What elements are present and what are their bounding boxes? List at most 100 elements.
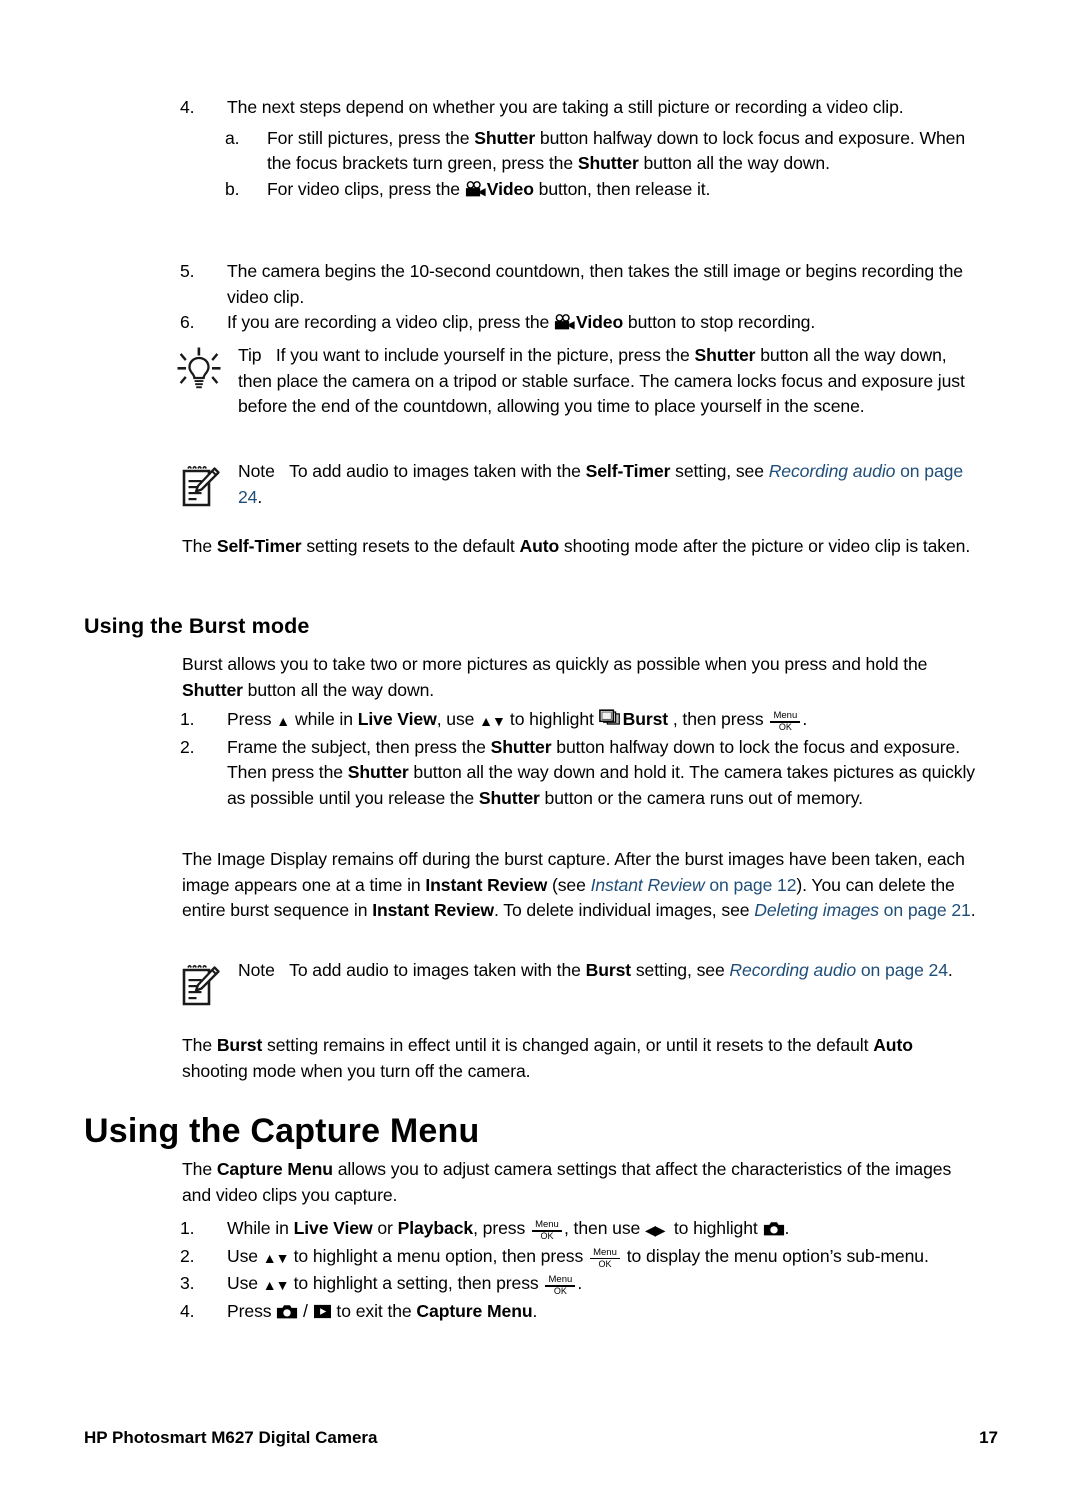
- text-run: Use: [227, 1245, 263, 1266]
- bold-video: Video: [576, 312, 624, 333]
- bold-video: Video: [486, 178, 534, 199]
- menu-ok-icon: Menu OK: [768, 711, 802, 732]
- sublist-4: a. For still pictures, press the Shutter…: [225, 126, 980, 203]
- text-run: If you want to include yourself in the p…: [275, 345, 695, 365]
- text-run: to exit the: [331, 1300, 417, 1321]
- text-run: .: [784, 1218, 790, 1238]
- cross-reference-page[interactable]: on page 24: [856, 960, 948, 980]
- text-run: The: [182, 1035, 217, 1055]
- step-6: 6. If you are recording a video clip, pr…: [180, 310, 980, 336]
- list-item: 4. The next steps depend on whether you …: [180, 95, 980, 202]
- cross-reference-link[interactable]: Deleting images: [754, 900, 879, 920]
- capture-step-1: 1. While in Live View or Playback, press…: [180, 1216, 980, 1244]
- ok-label: OK: [540, 1231, 554, 1241]
- page-footer: HP Photosmart M627 Digital Camera 17: [84, 1428, 998, 1448]
- burst-closing-paragraph: The Burst setting remains in effect unti…: [182, 1033, 982, 1084]
- text-run: setting, see: [631, 960, 730, 980]
- menu-ok-icon: Menu OK: [588, 1246, 622, 1269]
- text-run: to highlight: [669, 1218, 763, 1238]
- text-run: setting remains in effect until it is ch…: [262, 1035, 874, 1055]
- text-run: Burst allows you to take two or more pic…: [182, 654, 928, 674]
- text-run: . To delete individual images, see: [493, 900, 755, 921]
- note-label: Note: [238, 960, 275, 980]
- capture-step-1-text: While in Live View or Playback, press Me…: [227, 1216, 980, 1244]
- text-run: setting, see: [670, 461, 769, 481]
- bold-shutter: Shutter: [347, 762, 409, 783]
- text-run: button or the camera runs out of memory.: [539, 787, 863, 808]
- bold-shutter: Shutter: [577, 153, 639, 174]
- text-run: If you are recording a video clip, press…: [227, 312, 555, 333]
- bold-shutter: Shutter: [478, 787, 540, 808]
- list-marker: a.: [225, 127, 240, 148]
- menu-label: Menu: [593, 1246, 617, 1258]
- video-camera-icon: [465, 180, 487, 198]
- playback-icon: [313, 1303, 332, 1320]
- list-item: 5. The camera begins the 10-second count…: [180, 259, 980, 336]
- cross-reference-page[interactable]: on page 12: [705, 875, 796, 895]
- document-page: 4. The next steps depend on whether you …: [0, 0, 1080, 1495]
- step-4b-text: For video clips, press the Video button,…: [267, 177, 980, 203]
- burst-step-2-text: Frame the subject, then press the Shutte…: [227, 735, 980, 812]
- burst-intro-paragraph: Burst allows you to take two or more pic…: [182, 652, 982, 703]
- capture-step-4-text: Press / to exit the Capture Menu.: [227, 1299, 980, 1325]
- note-callout: Note To add audio to images taken with t…: [176, 459, 982, 510]
- ok-label: OK: [778, 722, 792, 732]
- note-label: Note: [238, 461, 275, 481]
- menu-ok-icon: Menu OK: [530, 1220, 564, 1241]
- footer-document-title: HP Photosmart M627 Digital Camera: [84, 1428, 378, 1447]
- text-run: .: [970, 900, 976, 921]
- bold-instant-review: Instant Review: [425, 874, 548, 895]
- tip-callout: Tip If you want to include yourself in t…: [176, 343, 982, 420]
- text-run: , then use: [563, 1218, 646, 1238]
- cross-reference-page[interactable]: on page 21: [879, 900, 971, 920]
- cross-reference-link[interactable]: Recording audio: [729, 960, 856, 980]
- list-marker: 2.: [180, 1245, 195, 1266]
- text-run: , use: [436, 709, 480, 729]
- text-run: to highlight a menu option, then press: [288, 1245, 588, 1266]
- text-run: to highlight: [505, 709, 599, 729]
- text-run: To add audio to images taken with the: [289, 461, 586, 481]
- bold-live-view: Live View: [357, 709, 437, 729]
- menu-label: Menu: [548, 1274, 573, 1286]
- menu-label: Menu: [535, 1219, 559, 1231]
- up-down-arrow-icon: ▲▼: [479, 713, 506, 729]
- text-run: Use: [227, 1273, 263, 1294]
- text-run: Frame the subject, then press the: [227, 736, 491, 757]
- note-pencil-icon: [176, 961, 222, 1007]
- list-marker: b.: [225, 178, 240, 199]
- bold-playback: Playback: [397, 1218, 474, 1238]
- capture-step-2: 2. Use ▲▼ to highlight a menu option, th…: [180, 1244, 980, 1272]
- cross-reference-link[interactable]: Recording audio: [769, 461, 896, 481]
- list-marker: 4.: [180, 97, 195, 117]
- step-5: 5. The camera begins the 10-second count…: [180, 259, 980, 310]
- text-run: , then press: [668, 709, 769, 729]
- step-6-text: If you are recording a video clip, press…: [227, 310, 980, 336]
- bold-shutter: Shutter: [490, 736, 552, 757]
- up-down-arrow-icon: ▲▼: [262, 1249, 290, 1266]
- list-marker: 6.: [180, 312, 195, 333]
- text-run: while in: [290, 709, 358, 729]
- cross-reference-link[interactable]: Instant Review: [591, 875, 705, 895]
- bold-live-view: Live View: [293, 1218, 373, 1238]
- text-run: button to stop recording.: [623, 312, 816, 333]
- self-timer-paragraph: The Self-Timer setting resets to the def…: [182, 534, 982, 560]
- capture-menu-intro: The Capture Menu allows you to adjust ca…: [182, 1157, 982, 1208]
- step-4-text: The next steps depend on whether you are…: [227, 97, 904, 117]
- video-camera-icon: [554, 314, 576, 331]
- tip-text: Tip If you want to include yourself in t…: [238, 343, 982, 420]
- note-pencil-icon: [176, 462, 222, 508]
- capture-step-2-text: Use ▲▼ to highlight a menu option, then …: [227, 1244, 980, 1272]
- bold-self-timer: Self-Timer: [585, 461, 671, 481]
- burst-step-1: 1. Press ▲ while in Live View, use ▲▼ to…: [180, 707, 980, 735]
- step-5-text: The camera begins the 10-second countdow…: [227, 261, 963, 307]
- menu-ok-icon: Menu OK: [543, 1275, 577, 1296]
- bold-auto: Auto: [873, 1035, 913, 1055]
- text-run: Press: [227, 1300, 277, 1321]
- text-run: to display the menu option’s sub-menu.: [621, 1245, 929, 1266]
- ok-label: OK: [598, 1258, 612, 1269]
- lightbulb-icon: [176, 346, 222, 392]
- text-run: button, then release it.: [533, 178, 711, 199]
- step-4a-text: For still pictures, press the Shutter bu…: [267, 126, 980, 177]
- footer-page-number: 17: [979, 1428, 998, 1447]
- burst-step-2: 2. Frame the subject, then press the Shu…: [180, 735, 980, 812]
